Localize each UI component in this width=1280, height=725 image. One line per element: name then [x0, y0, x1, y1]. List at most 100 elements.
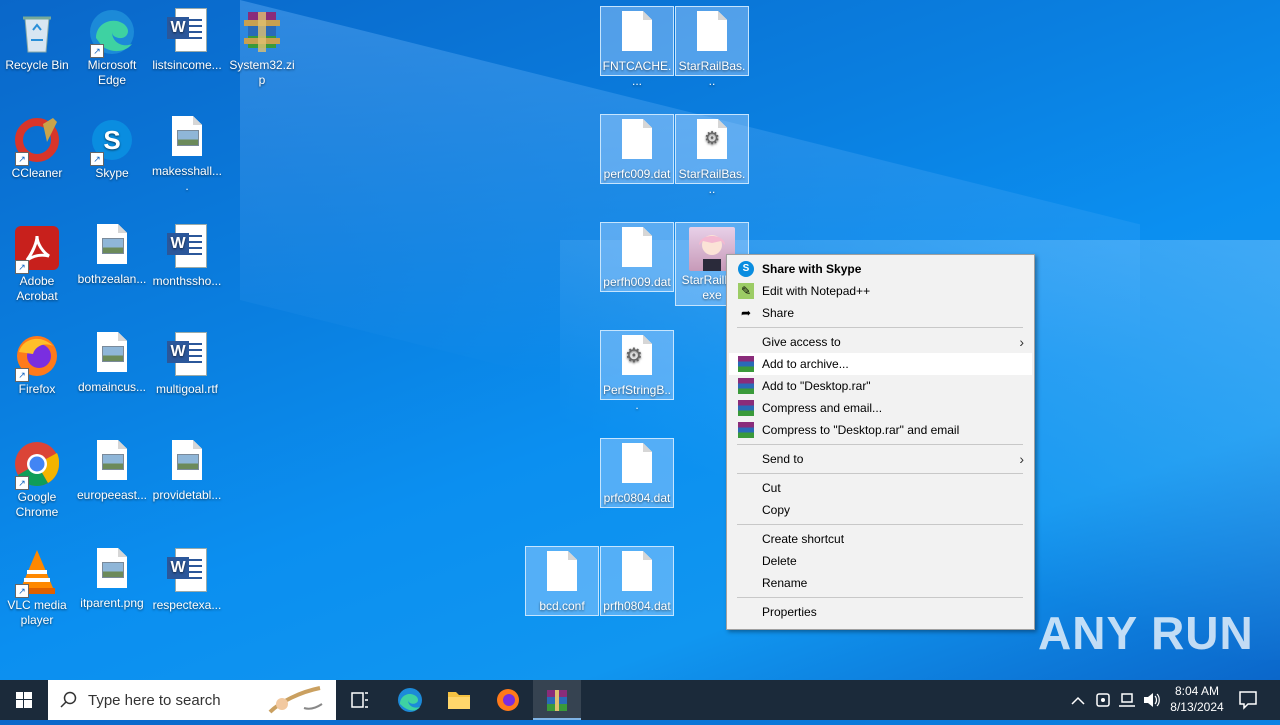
desktop-icon-image-file[interactable]: makesshall.... — [150, 112, 224, 214]
clock[interactable]: 8:04 AM 8/13/2024 — [1164, 680, 1230, 720]
desktop-icon-label: prfc0804.dat — [603, 491, 671, 505]
menu-item-label: Share with Skype — [762, 262, 862, 276]
desktop-icon-image-file[interactable]: bothzealan... — [75, 220, 149, 322]
menu-item-edit-notepad[interactable]: ✎ Edit with Notepad++ — [729, 280, 1032, 302]
desktop-file-prfh0804[interactable]: prfh0804.dat — [600, 546, 674, 616]
blank-file-icon — [622, 443, 652, 483]
blank-file-icon — [622, 551, 652, 591]
menu-item-cut[interactable]: Cut — [729, 477, 1032, 499]
start-button[interactable] — [0, 680, 48, 720]
show-hidden-icons-button[interactable] — [1068, 680, 1088, 720]
recycle-bin-icon — [13, 8, 61, 56]
notepad-plus-plus-icon: ✎ — [738, 283, 754, 299]
menu-item-add-to-archive[interactable]: Add to archive... — [729, 353, 1032, 375]
menu-item-delete[interactable]: Delete — [729, 550, 1032, 572]
menu-item-add-to-desktop-rar[interactable]: Add to "Desktop.rar" — [729, 375, 1032, 397]
menu-item-send-to[interactable]: Send to › — [729, 448, 1032, 470]
menu-item-share[interactable]: ➦ Share — [729, 302, 1032, 324]
desktop-icon-recycle-bin[interactable]: Recycle Bin — [0, 4, 74, 106]
desktop-icon-vlc[interactable]: ↗ VLC media player — [0, 544, 74, 646]
tray-security-icon-button[interactable] — [1092, 680, 1114, 720]
desktop-icon-microsoft-edge[interactable]: ↗ Microsoft Edge — [75, 4, 149, 106]
taskbar-edge-button[interactable] — [386, 680, 434, 720]
menu-separator — [737, 444, 1023, 445]
desktop-file-starrail-2[interactable]: ⚙ StarRailBas... — [675, 114, 749, 196]
desktop-icon-word-doc[interactable]: W monthssho... — [150, 220, 224, 322]
desktop-icon-word-doc[interactable]: W respectexa... — [150, 544, 224, 646]
ccleaner-icon: ↗ — [13, 116, 61, 166]
menu-item-rename[interactable]: Rename — [729, 572, 1032, 594]
network-button[interactable] — [1116, 680, 1138, 720]
menu-item-copy[interactable]: Copy — [729, 499, 1032, 521]
action-center-button[interactable] — [1234, 680, 1262, 720]
desktop-icon-label: multigoal.rtf — [155, 382, 219, 396]
desktop-icon-label: System32.zip — [229, 58, 295, 87]
menu-item-create-shortcut[interactable]: Create shortcut — [729, 528, 1032, 550]
desktop-icon-image-file[interactable]: europeeast... — [75, 436, 149, 538]
settings-file-icon: ⚙ — [697, 119, 727, 159]
desktop-icon-image-file[interactable]: domaincus... — [75, 328, 149, 430]
desktop-icon-skype[interactable]: S ↗ Skype — [75, 112, 149, 214]
desktop-file-starrail-1[interactable]: StarRailBas... — [675, 6, 749, 88]
taskbar-winrar-button[interactable] — [533, 680, 581, 720]
word-doc-icon: W — [167, 224, 207, 268]
taskbar-firefox-button[interactable] — [484, 680, 532, 720]
blank-file-icon — [622, 119, 652, 159]
menu-item-label: Rename — [762, 576, 808, 590]
image-file-icon — [97, 332, 127, 372]
desktop-icon-label: Google Chrome — [15, 490, 59, 519]
menu-item-compress-to-desktop-rar-email[interactable]: Compress to "Desktop.rar" and email — [729, 419, 1032, 441]
winrar-icon — [738, 422, 754, 438]
desktop-icon-label: bothzealan... — [77, 272, 147, 286]
blank-file-icon — [622, 227, 652, 267]
volume-button[interactable] — [1140, 680, 1162, 720]
desktop-icon-image-file[interactable]: itparent.png — [75, 544, 149, 646]
desktop-icon-ccleaner[interactable]: ↗ CCleaner — [0, 112, 74, 214]
menu-item-compress-and-email[interactable]: Compress and email... — [729, 397, 1032, 419]
desktop-icon-adobe-acrobat[interactable]: ↗ Adobe Acrobat — [0, 220, 74, 322]
desktop-icon-label: Skype — [95, 166, 129, 180]
word-doc-icon: W — [167, 8, 207, 52]
clock-date: 8/13/2024 — [1170, 700, 1224, 714]
menu-item-give-access[interactable]: Give access to › — [729, 331, 1032, 353]
blank-file-icon — [622, 11, 652, 51]
desktop-file-perfstring[interactable]: ⚙ PerfStringB... — [600, 330, 674, 412]
image-file-icon — [172, 440, 202, 480]
image-file-icon — [97, 224, 127, 264]
desktop-icon-label: FNTCACHE.... — [602, 59, 672, 88]
menu-separator — [737, 524, 1023, 525]
desktop-icon-google-chrome[interactable]: ↗ Google Chrome — [0, 436, 74, 538]
desktop-file-perfh009[interactable]: perfh009.dat — [600, 222, 674, 292]
desktop-file-prfc0804[interactable]: prfc0804.dat — [600, 438, 674, 508]
desktop-file-bcd-conf[interactable]: bcd.conf — [525, 546, 599, 616]
menu-item-label: Cut — [762, 481, 781, 495]
menu-item-properties[interactable]: Properties — [729, 601, 1032, 623]
task-view-button[interactable] — [336, 680, 384, 720]
search-placeholder: Type here to search — [88, 692, 221, 709]
desktop-icon-label: bcd.conf — [539, 599, 585, 613]
search-icon — [60, 691, 77, 708]
desktop-icon-winrar-archive[interactable]: System32.zip — [225, 4, 299, 106]
desktop-icon-label: Firefox — [18, 382, 56, 396]
desktop-file-perfc009[interactable]: perfc009.dat — [600, 114, 674, 184]
menu-item-share-with-skype[interactable]: S Share with Skype — [729, 258, 1032, 280]
menu-item-label: Edit with Notepad++ — [762, 284, 871, 298]
menu-item-label: Add to archive... — [762, 357, 849, 371]
desktop-file-fntcache[interactable]: FNTCACHE.... — [600, 6, 674, 88]
desktop-icon-label: StarRailBas... — [678, 167, 746, 196]
desktop-icon-image-file[interactable]: providetabl... — [150, 436, 224, 538]
blank-file-icon — [547, 551, 577, 591]
firefox-icon: ↗ — [13, 332, 61, 382]
desktop-icon-label: CCleaner — [11, 166, 63, 180]
taskbar-file-explorer-button[interactable] — [435, 680, 483, 720]
image-file-icon — [172, 116, 202, 156]
edge-icon: ↗ — [88, 8, 136, 58]
taskbar-search-box[interactable]: Type here to search — [48, 680, 336, 720]
desktop-icon-word-doc[interactable]: W listsincome... — [150, 4, 224, 106]
menu-item-label: Compress and email... — [762, 401, 883, 415]
menu-separator — [737, 597, 1023, 598]
desktop-icon-word-doc[interactable]: W multigoal.rtf — [150, 328, 224, 430]
desktop-icon-firefox[interactable]: ↗ Firefox — [0, 328, 74, 430]
desktop-icon-label: VLC media player — [7, 598, 67, 627]
desktop-icon-label: Recycle Bin — [5, 58, 69, 72]
